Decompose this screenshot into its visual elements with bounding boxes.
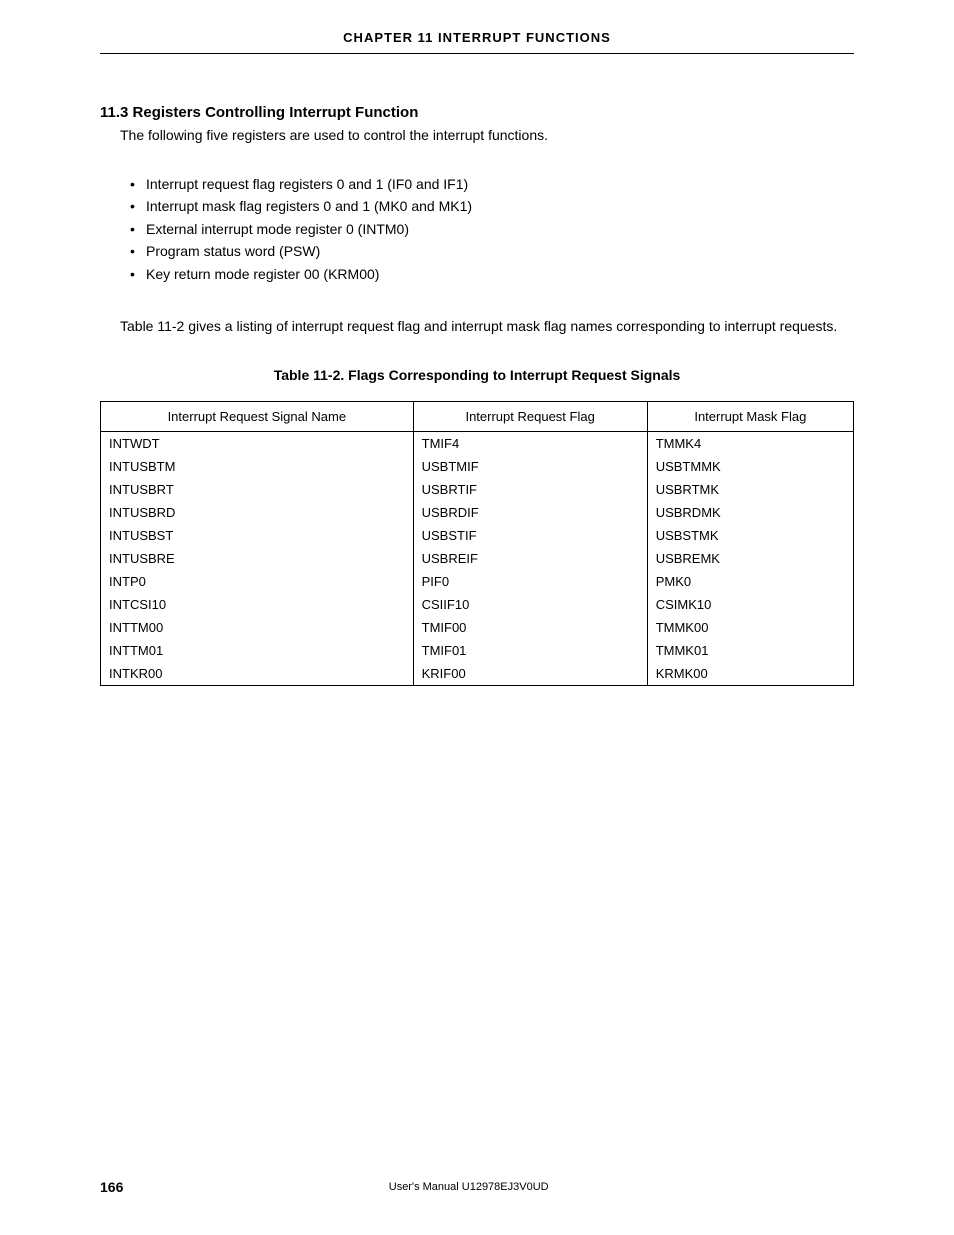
table-row: INTTM00 TMIF00 TMMK00: [101, 616, 854, 639]
table-cell: USBTMIF: [413, 455, 647, 478]
table-cell: CSIMK10: [647, 593, 853, 616]
table-cell: USBREMK: [647, 547, 853, 570]
table-header-cell: Interrupt Request Flag: [413, 402, 647, 432]
table-row: INTUSBRT USBRTIF USBRTMK: [101, 478, 854, 501]
footer-text: User's Manual U12978EJ3V0UD: [83, 1181, 854, 1193]
table-row: INTUSBRD USBRDIF USBRDMK: [101, 501, 854, 524]
table-row: INTKR00 KRIF00 KRMK00: [101, 662, 854, 686]
table-cell: INTP0: [101, 570, 414, 593]
table-header-cell: Interrupt Mask Flag: [647, 402, 853, 432]
table-row: INTUSBTM USBTMIF USBTMMK: [101, 455, 854, 478]
table-cell: INTUSBRE: [101, 547, 414, 570]
table-row: INTWDT TMIF4 TMMK4: [101, 432, 854, 456]
table-body: INTWDT TMIF4 TMMK4 INTUSBTM USBTMIF USBT…: [101, 432, 854, 686]
table-cell: INTTM00: [101, 616, 414, 639]
list-item: External interrupt mode register 0 (INTM…: [130, 218, 854, 240]
table-cell: INTTM01: [101, 639, 414, 662]
table-row: INTUSBRE USBREIF USBREMK: [101, 547, 854, 570]
table-cell: TMIF4: [413, 432, 647, 456]
table-cell: INTUSBRT: [101, 478, 414, 501]
table-cell: TMMK00: [647, 616, 853, 639]
table-header-row: Interrupt Request Signal Name Interrupt …: [101, 402, 854, 432]
chapter-header: CHAPTER 11 INTERRUPT FUNCTIONS: [100, 30, 854, 54]
table-caption: Table 11-2. Flags Corresponding to Inter…: [100, 367, 854, 383]
section-heading: 11.3 Registers Controlling Interrupt Fun…: [100, 104, 854, 121]
list-item: Interrupt mask flag registers 0 and 1 (M…: [130, 195, 854, 217]
table-cell: INTCSI10: [101, 593, 414, 616]
table-cell: USBREIF: [413, 547, 647, 570]
table-header-cell: Interrupt Request Signal Name: [101, 402, 414, 432]
table-cell: USBSTIF: [413, 524, 647, 547]
table-cell: KRIF00: [413, 662, 647, 686]
table-cell: TMIF01: [413, 639, 647, 662]
table-row: INTP0 PIF0 PMK0: [101, 570, 854, 593]
paragraph: Table 11-2 gives a listing of interrupt …: [100, 315, 854, 337]
bullet-list: Interrupt request flag registers 0 and 1…: [130, 173, 854, 285]
table-cell: INTUSBRD: [101, 501, 414, 524]
table-cell: INTUSBST: [101, 524, 414, 547]
intro-text: The following five registers are used to…: [120, 127, 854, 143]
table-cell: TMMK01: [647, 639, 853, 662]
table-cell: TMIF00: [413, 616, 647, 639]
list-item: Key return mode register 00 (KRM00): [130, 263, 854, 285]
table-cell: CSIIF10: [413, 593, 647, 616]
flag-table: Interrupt Request Signal Name Interrupt …: [100, 401, 854, 686]
table-cell: USBRTIF: [413, 478, 647, 501]
table-cell: USBTMMK: [647, 455, 853, 478]
list-item: Interrupt request flag registers 0 and 1…: [130, 173, 854, 195]
table-row: INTTM01 TMIF01 TMMK01: [101, 639, 854, 662]
table-cell: INTUSBTM: [101, 455, 414, 478]
table-cell: INTWDT: [101, 432, 414, 456]
table-cell: PIF0: [413, 570, 647, 593]
list-item: Program status word (PSW): [130, 240, 854, 262]
table-cell: PMK0: [647, 570, 853, 593]
table-cell: USBRTMK: [647, 478, 853, 501]
table-cell: KRMK00: [647, 662, 853, 686]
footer: 166 User's Manual U12978EJ3V0UD: [0, 1179, 954, 1195]
table-row: INTUSBST USBSTIF USBSTMK: [101, 524, 854, 547]
table-cell: USBRDMK: [647, 501, 853, 524]
table-cell: TMMK4: [647, 432, 853, 456]
table-cell: USBRDIF: [413, 501, 647, 524]
table-row: INTCSI10 CSIIF10 CSIMK10: [101, 593, 854, 616]
page-container: CHAPTER 11 INTERRUPT FUNCTIONS 11.3 Regi…: [0, 0, 954, 726]
table-cell: INTKR00: [101, 662, 414, 686]
table-cell: USBSTMK: [647, 524, 853, 547]
